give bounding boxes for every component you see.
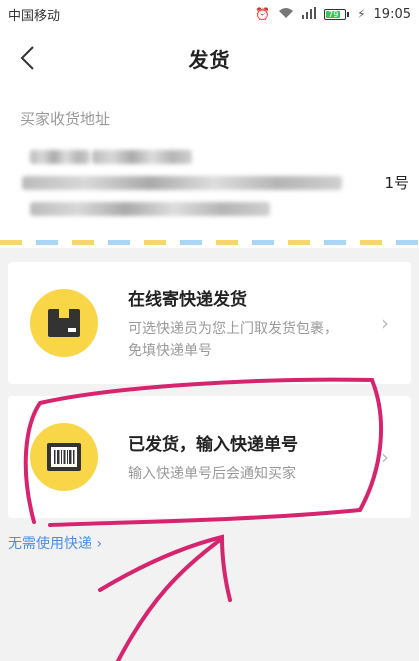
clock: 19:05	[373, 6, 411, 22]
chevron-right-icon: ›	[381, 445, 389, 469]
blurred-phone	[92, 150, 192, 164]
status-icons: ⏰ 79 ⚡ 19:05	[255, 6, 411, 22]
address-suffix: 1号	[384, 174, 409, 192]
no-express-link-label: 无需使用快递	[8, 536, 92, 552]
chevron-right-icon: ›	[96, 536, 103, 552]
annotation-arrowhead	[98, 534, 232, 602]
blurred-address-line1	[22, 176, 342, 190]
chevron-right-icon: ›	[381, 311, 389, 335]
option-description: 可选快递员为您上门取发货包裹，	[128, 320, 338, 337]
option-title: 在线寄快递发货	[128, 289, 247, 310]
carrier-name: 中国移动	[8, 8, 61, 24]
envelope-stripe	[0, 240, 419, 245]
option-title: 已发货，输入快递单号	[128, 434, 298, 455]
enter-tracking-number-option[interactable]: 已发货，输入快递单号 输入快递单号后会通知买家 ›	[8, 396, 411, 518]
buyer-address-section: 买家收货地址 1号	[0, 88, 419, 248]
battery-icon: 79	[324, 8, 350, 20]
wifi-icon	[278, 7, 294, 22]
charging-icon: ⚡	[357, 7, 366, 21]
alarm-icon: ⏰	[255, 7, 271, 21]
status-bar: 中国移动 ⏰ 79 ⚡ 19:05	[0, 0, 419, 28]
option-description: 输入快递单号后会通知买家	[128, 465, 296, 482]
nav-bar: 发货	[0, 28, 419, 88]
chevron-left-icon	[20, 46, 34, 70]
blurred-name	[30, 150, 90, 164]
package-icon	[30, 289, 98, 357]
signal-icon	[302, 6, 317, 22]
barcode-icon	[30, 423, 98, 491]
page-title: 发货	[188, 47, 231, 72]
option-description-line2: 免填快递单号	[128, 342, 212, 359]
online-express-option[interactable]: 在线寄快递发货 可选快递员为您上门取发货包裹， 免填快递单号 ›	[8, 262, 411, 384]
annotation-arrow	[116, 538, 222, 661]
no-express-link[interactable]: 无需使用快递 ›	[8, 533, 102, 553]
blurred-address-line2	[30, 202, 270, 216]
back-button[interactable]	[12, 40, 42, 76]
address-label: 买家收货地址	[20, 110, 111, 128]
battery-level: 79	[326, 10, 341, 19]
